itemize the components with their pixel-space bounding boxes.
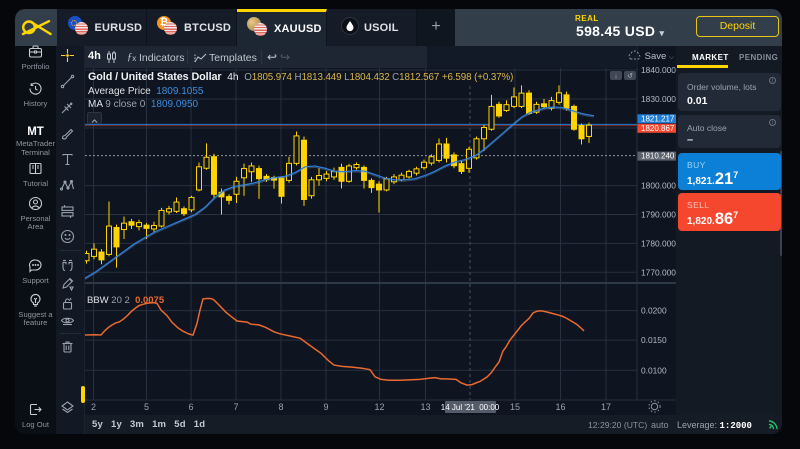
- svg-text:14 Jul '21 00:00: 14 Jul '21 00:00: [441, 403, 500, 412]
- svg-text:15: 15: [510, 402, 520, 412]
- svg-text:8: 8: [278, 402, 283, 412]
- svg-text:12: 12: [374, 402, 384, 412]
- svg-text:6: 6: [188, 402, 193, 412]
- svg-text:13: 13: [420, 402, 430, 412]
- svg-text:1821.217: 1821.217: [641, 114, 675, 123]
- svg-text:1840.000: 1840.000: [641, 65, 676, 75]
- svg-text:16: 16: [555, 402, 565, 412]
- svg-text:9: 9: [323, 402, 328, 412]
- svg-text:1830.000: 1830.000: [641, 94, 676, 104]
- svg-text:5: 5: [144, 402, 149, 412]
- svg-text:1780.000: 1780.000: [641, 238, 676, 248]
- svg-text:1800.000: 1800.000: [641, 181, 676, 191]
- svg-text:0.0150: 0.0150: [641, 335, 667, 345]
- svg-text:1810.240: 1810.240: [641, 152, 675, 161]
- svg-text:2: 2: [91, 402, 96, 412]
- svg-text:1770.000: 1770.000: [641, 267, 676, 277]
- svg-text:7: 7: [233, 402, 238, 412]
- svg-text:1820.867: 1820.867: [641, 124, 675, 133]
- svg-text:↺: ↺: [627, 73, 633, 80]
- svg-text:↓: ↓: [614, 73, 618, 80]
- svg-text:17: 17: [601, 402, 611, 412]
- svg-text:0.0100: 0.0100: [641, 365, 667, 375]
- svg-text:1790.000: 1790.000: [641, 210, 676, 220]
- svg-text:0.0200: 0.0200: [641, 306, 667, 316]
